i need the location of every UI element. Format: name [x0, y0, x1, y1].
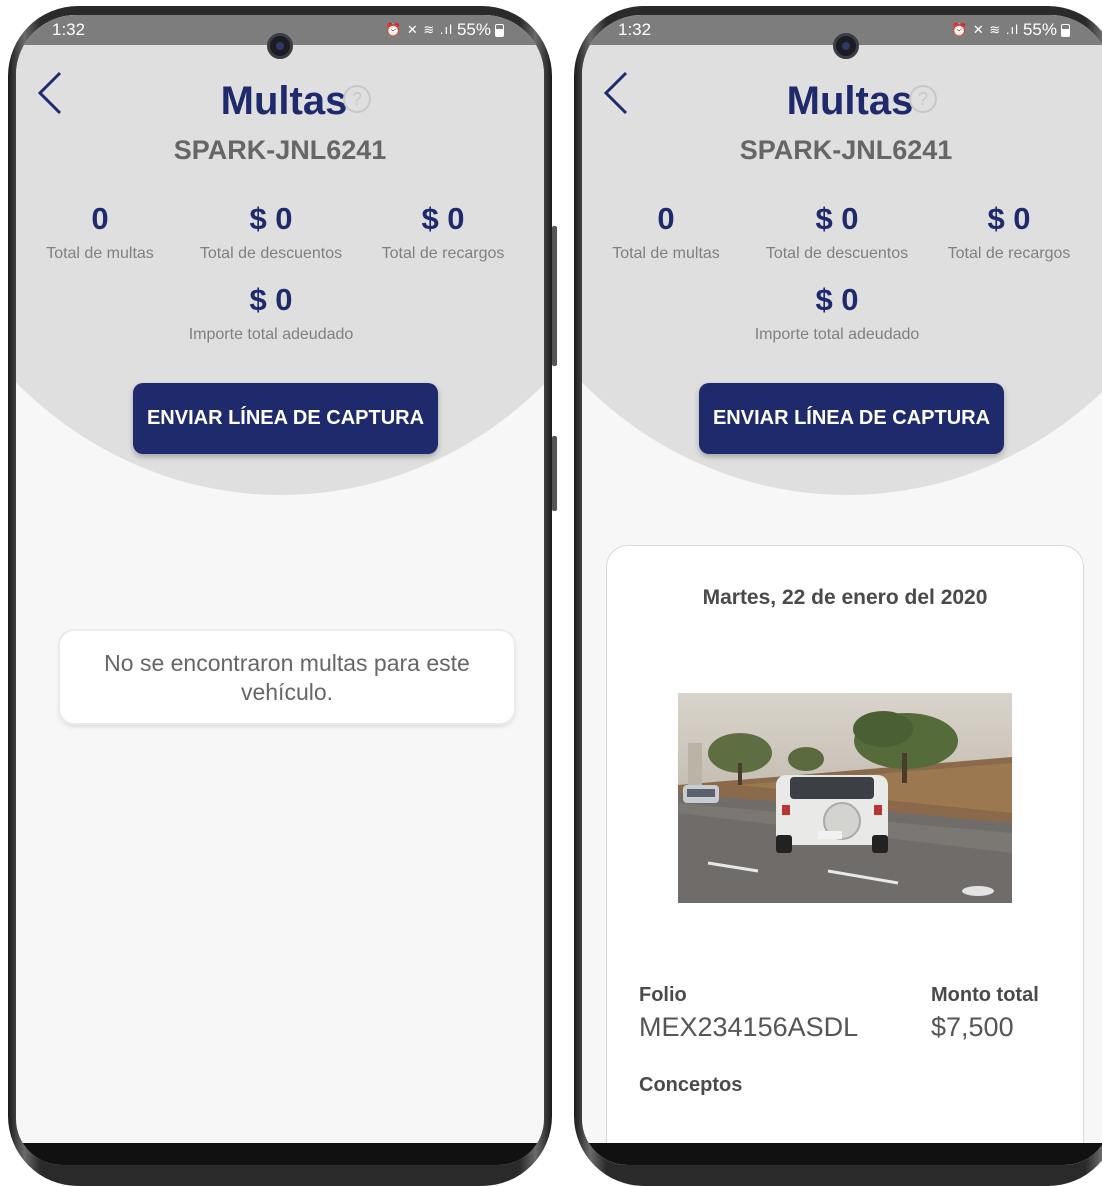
stat-value: $ 0 — [987, 201, 1031, 236]
question-circle-icon[interactable]: ? — [909, 85, 937, 113]
send-capture-line-button[interactable]: ENVIAR LÍNEA DE CAPTURA — [133, 383, 438, 454]
status-time: 1:32 — [618, 20, 652, 39]
vehicle-plate: SPARK-JNL6241 — [173, 135, 387, 165]
stat-label: Total de multas — [612, 245, 720, 262]
folio-value: MEX234156ASDL — [639, 1012, 859, 1042]
fine-date: Martes, 22 de enero del 2020 — [702, 586, 988, 609]
status-icons: ⏰ ✕ ≋ .ıl — [385, 22, 453, 37]
status-time: 1:32 — [52, 20, 86, 39]
stat-label: Total de recargos — [947, 245, 1071, 262]
send-capture-line-button[interactable]: ENVIAR LÍNEA DE CAPTURA — [699, 383, 1004, 454]
battery-percent: 55% — [456, 20, 491, 39]
stat-total-fines: 0 Total de multas — [582, 201, 761, 263]
empty-state-card: No se encontraron multas para este vehíc… — [60, 631, 514, 723]
amount-label: Monto total — [931, 984, 1039, 1006]
stat-value: $ 0 — [815, 282, 859, 317]
stat-value: $ 0 — [249, 201, 293, 236]
stat-label: Total de multas — [46, 245, 154, 262]
battery-icon — [495, 23, 504, 37]
stat-total-discounts: $ 0 Total de descuentos — [742, 201, 932, 263]
fine-photo-image — [678, 693, 1012, 903]
stat-total-owed: $ 0 Importe total adeudado — [742, 282, 932, 344]
front-camera — [833, 33, 859, 59]
status-icons-group: ⏰ ✕ ≋ .ıl 55% — [951, 20, 1070, 40]
stat-label: Total de recargos — [381, 245, 505, 262]
status-icons-group: ⏰ ✕ ≋ .ıl 55% — [385, 20, 504, 40]
battery-percent: 55% — [1022, 20, 1057, 39]
status-icons: ⏰ ✕ ≋ .ıl — [951, 22, 1019, 37]
page-title: Multas — [220, 79, 348, 123]
stat-total-surcharges: $ 0 Total de recargos — [914, 201, 1102, 263]
stat-label: Total de descuentos — [765, 245, 909, 262]
app-screen: 1:32 ⏰ ✕ ≋ .ıl 55% Multas ? SPARK-JNL624… — [582, 15, 1102, 1165]
folio-label: Folio — [639, 984, 687, 1006]
empty-state-message: No se encontraron multas para este vehíc… — [104, 650, 470, 705]
battery-icon — [1061, 23, 1070, 37]
app-screen: 1:32 ⏰ ✕ ≋ .ıl 55% Multas ? SPARK-JNL624… — [16, 15, 544, 1165]
fine-card[interactable]: Martes, 22 de enero del 2020 Folio MEX23… — [606, 545, 1084, 1165]
fine-photo — [678, 693, 1012, 903]
device-bottom-bezel — [16, 1143, 544, 1165]
stat-label: Importe total adeudado — [188, 326, 354, 343]
concepts-label: Conceptos — [639, 1074, 743, 1096]
stat-total-owed: $ 0 Importe total adeudado — [176, 282, 366, 344]
power-button — [552, 436, 557, 511]
phone-frame-empty-state: 1:32 ⏰ ✕ ≋ .ıl 55% Multas ? SPARK-JNL624… — [8, 6, 557, 1186]
stat-value: $ 0 — [249, 282, 293, 317]
stat-label: Total de descuentos — [199, 245, 343, 262]
stat-total-discounts: $ 0 Total de descuentos — [176, 201, 366, 263]
stat-total-surcharges: $ 0 Total de recargos — [348, 201, 538, 263]
phone-frame-fine-detail: 1:32 ⏰ ✕ ≋ .ıl 55% Multas ? SPARK-JNL624… — [574, 6, 1102, 1186]
stat-value: 0 — [657, 201, 675, 236]
page-title: Multas — [786, 79, 914, 123]
volume-button — [552, 226, 557, 366]
title-row: Multas — [582, 79, 1102, 124]
stat-value: $ 0 — [421, 201, 465, 236]
stat-value: $ 0 — [815, 201, 859, 236]
amount-value: $7,500 — [931, 1012, 1014, 1042]
stat-value: 0 — [91, 201, 109, 236]
front-camera — [267, 33, 293, 59]
stat-total-fines: 0 Total de multas — [16, 201, 195, 263]
device-bottom-bezel — [582, 1143, 1102, 1165]
vehicle-plate: SPARK-JNL6241 — [739, 135, 953, 165]
stat-label: Importe total adeudado — [754, 326, 920, 343]
title-row: Multas — [16, 79, 544, 124]
question-circle-icon[interactable]: ? — [343, 85, 371, 113]
